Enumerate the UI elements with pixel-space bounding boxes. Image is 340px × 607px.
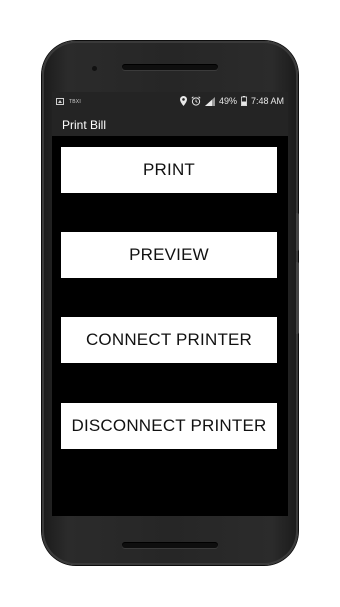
status-bar: TBXI 49% 7:48 AM	[52, 92, 288, 114]
action-bar: Print Bill	[52, 114, 288, 136]
page-title: Print Bill	[62, 118, 107, 132]
image-icon	[56, 98, 64, 105]
alarm-icon	[191, 96, 201, 106]
volume-button	[296, 262, 299, 334]
top-speaker	[122, 64, 218, 70]
print-button[interactable]: PRINT	[61, 147, 277, 193]
battery-percent: 49%	[218, 96, 237, 106]
signal-icon	[204, 96, 215, 106]
clock: 7:48 AM	[250, 96, 284, 106]
front-camera	[92, 66, 97, 71]
connect-printer-button[interactable]: CONNECT PRINTER	[61, 317, 277, 363]
device-frame: TBXI 49% 7:48 AM Print Bill PRINT PREVIE…	[0, 0, 340, 607]
preview-button[interactable]: PREVIEW	[61, 232, 277, 278]
bottom-speaker	[122, 542, 218, 548]
disconnect-printer-button[interactable]: DISCONNECT PRINTER	[61, 403, 277, 449]
carrier-label: TBXI	[69, 98, 81, 105]
app-screen: TBXI 49% 7:48 AM Print Bill PRINT PREVIE…	[52, 92, 288, 516]
power-button	[296, 213, 299, 251]
location-icon	[179, 96, 187, 106]
battery-icon	[240, 96, 247, 106]
